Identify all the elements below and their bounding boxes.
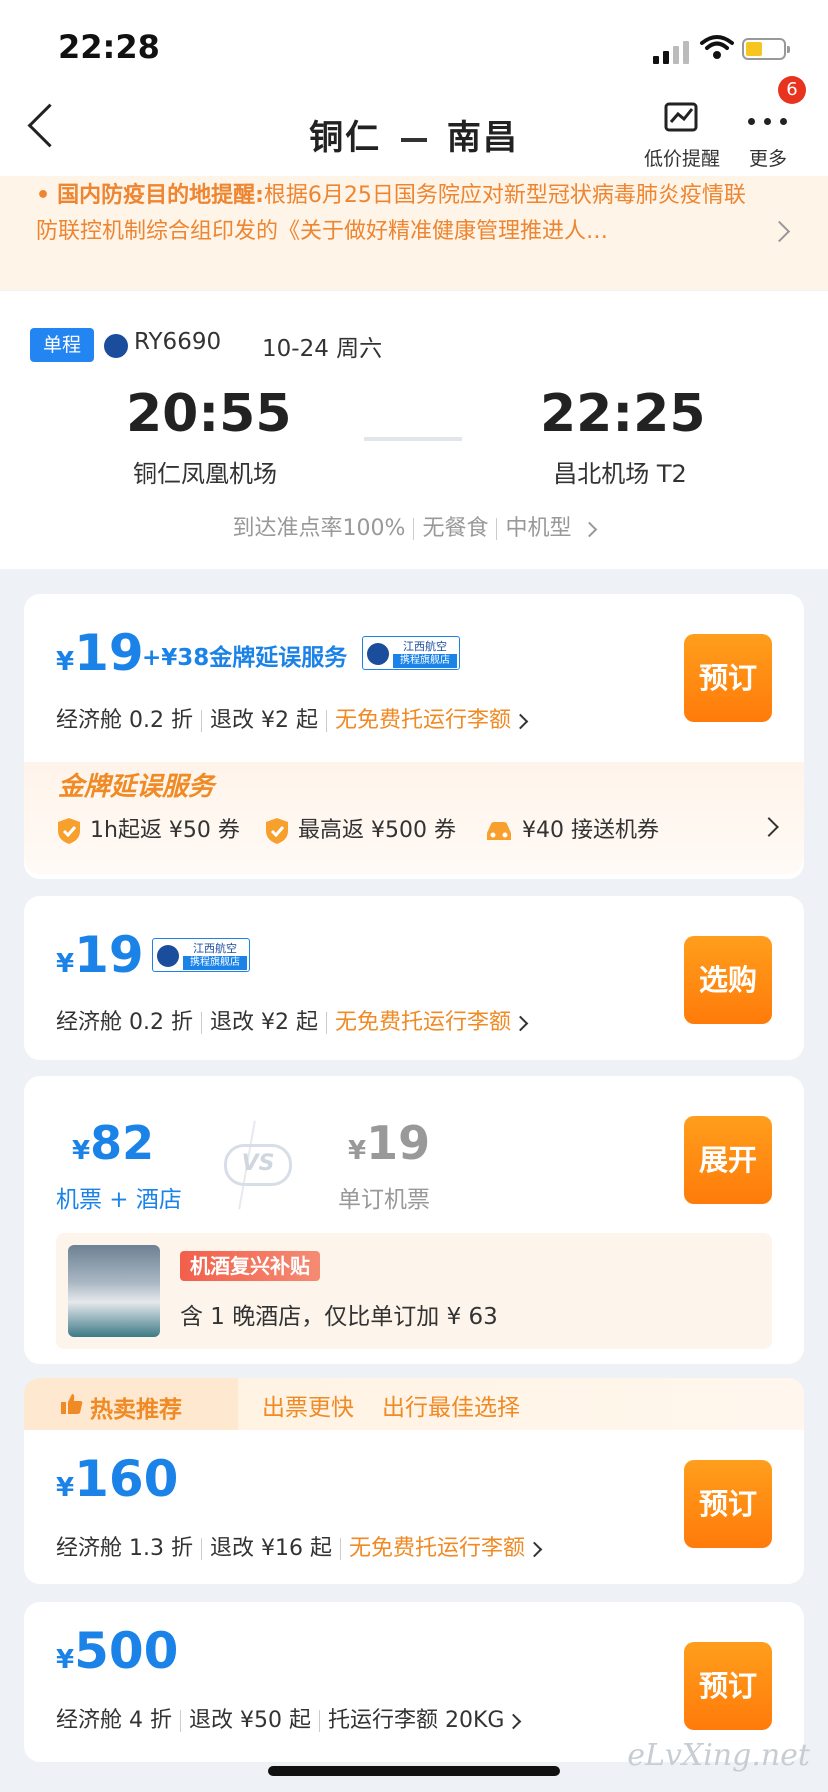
single-ticket-label: 单订机票	[338, 1187, 430, 1213]
flight-direction-arrow	[364, 437, 462, 441]
shield-check-icon	[58, 818, 80, 844]
offer-card-3[interactable]: ¥160 经济舱 1.3 折退改 ¥16 起无免费托运行李额 预订	[24, 1430, 804, 1584]
shield-check-icon	[266, 818, 288, 844]
book-button[interactable]: 预订	[684, 1642, 772, 1730]
airline-logo-icon	[104, 334, 128, 358]
perk-3: ¥40 接送机券	[484, 812, 659, 845]
perk-2: 最高返 ¥500 券	[264, 812, 456, 845]
buy-button[interactable]: 选购	[684, 936, 772, 1024]
offer-price: ¥19	[56, 926, 144, 984]
perk-1: 1h起返 ¥50 券	[56, 812, 240, 845]
offer-terms[interactable]: 经济舱 0.2 折退改 ¥2 起无免费托运行李额	[56, 1004, 529, 1036]
offer-card-1[interactable]: ¥19 +¥38金牌延误服务 江西航空 携程旗舰店 经济舱 0.2 折退改 ¥2…	[24, 594, 804, 879]
hot-tag-2: 出行最佳选择	[382, 1395, 520, 1421]
trip-type-tag: 单程	[30, 328, 94, 362]
watermark: eLvXing.net	[627, 1738, 810, 1773]
offer-card-2[interactable]: ¥19 江西航空 携程旗舰店 经济舱 0.2 折退改 ¥2 起无免费托运行李额 …	[24, 896, 804, 1060]
delay-service-addon: +¥38金牌延误服务	[142, 645, 348, 671]
battery-icon	[742, 38, 790, 60]
departure-airport: 铜仁凤凰机场	[133, 460, 277, 488]
car-icon	[487, 822, 511, 840]
departure-time: 20:55	[126, 384, 292, 444]
hotel-room-image	[68, 1245, 160, 1337]
hot-title: 热卖推荐	[90, 1397, 182, 1423]
hot-tag-1: 出票更快	[262, 1395, 354, 1421]
offer-price: ¥500	[56, 1622, 179, 1680]
cellular-signal-icon	[653, 40, 689, 64]
notification-badge: 6	[778, 76, 806, 104]
hotel-offer[interactable]: 机酒复兴补贴 含 1 晚酒店，仅比单订加 ¥ 63	[56, 1233, 772, 1349]
offer-price: ¥19	[56, 624, 144, 682]
home-indicator[interactable]	[268, 1766, 560, 1776]
subsidy-badge: 机酒复兴补贴	[180, 1251, 320, 1281]
shop-badge: 江西航空 携程旗舰店	[152, 938, 250, 972]
wifi-icon	[700, 35, 734, 59]
more-dots-icon[interactable]	[748, 118, 788, 126]
bundle-price: ¥82	[72, 1116, 155, 1170]
arrival-time: 22:25	[540, 384, 706, 444]
status-time: 22:28	[58, 28, 160, 66]
offer-terms[interactable]: 经济舱 4 折退改 ¥50 起托运行李额 20KG	[56, 1702, 522, 1734]
expand-button[interactable]: 展开	[684, 1116, 772, 1204]
bundle-label: 机票 + 酒店	[56, 1187, 182, 1213]
flight-number: RY6690	[134, 329, 222, 355]
low-price-alert-label[interactable]: 低价提醒	[636, 144, 728, 171]
airline-logo-icon	[367, 643, 389, 665]
flight-date: 10-24 周六	[262, 336, 383, 362]
gold-service-title: 金牌延误服务	[58, 772, 215, 802]
more-label[interactable]: 更多	[738, 144, 798, 171]
book-button[interactable]: 预订	[684, 634, 772, 722]
bundle-card[interactable]: ¥82 机票 + 酒店 VS ¥19 单订机票 展开 机酒复兴补贴 含 1 晚酒…	[24, 1076, 804, 1364]
flight-meta[interactable]: 到达准点率100% 无餐食 中机型	[0, 510, 828, 542]
book-button[interactable]: 预订	[684, 1460, 772, 1548]
arrival-airport: 昌北机场 T2	[553, 460, 687, 488]
notice-text[interactable]: • 国内防疫目的地提醒:根据6月25日国务院应对新型冠状病毒肺炎疫情联防联控机制…	[36, 178, 762, 250]
hotel-text: 含 1 晚酒店，仅比单订加 ¥ 63	[180, 1304, 498, 1330]
single-ticket-price: ¥19	[348, 1116, 431, 1170]
shop-badge: 江西航空 携程旗舰店	[362, 636, 460, 670]
offer-terms[interactable]: 经济舱 1.3 折退改 ¥16 起无免费托运行李额	[56, 1530, 543, 1562]
airline-logo-icon	[157, 945, 179, 967]
offer-terms[interactable]: 经济舱 0.2 折退改 ¥2 起无免费托运行李额	[56, 702, 529, 734]
vs-badge: VS	[224, 1144, 292, 1186]
thumbs-up-icon	[61, 1394, 83, 1414]
price-chart-icon[interactable]	[664, 100, 700, 134]
offer-price: ¥160	[56, 1450, 179, 1508]
